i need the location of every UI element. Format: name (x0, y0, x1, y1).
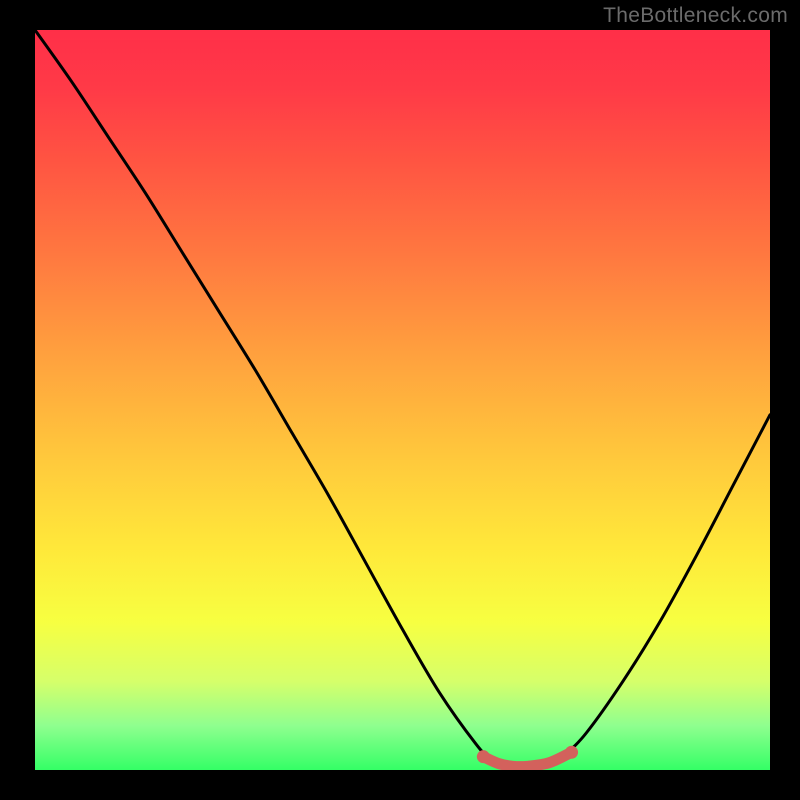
plot-area (35, 30, 770, 770)
curve-svg (35, 30, 770, 770)
trough-highlight (483, 752, 571, 766)
minimum-markers (477, 746, 578, 767)
trough-marker-dot (565, 746, 578, 759)
curve-path (35, 30, 770, 768)
watermark-text: TheBottleneck.com (603, 4, 788, 28)
chart-frame: TheBottleneck.com (0, 0, 800, 800)
trough-marker-dot (477, 750, 490, 763)
bottleneck-curve (35, 30, 770, 768)
